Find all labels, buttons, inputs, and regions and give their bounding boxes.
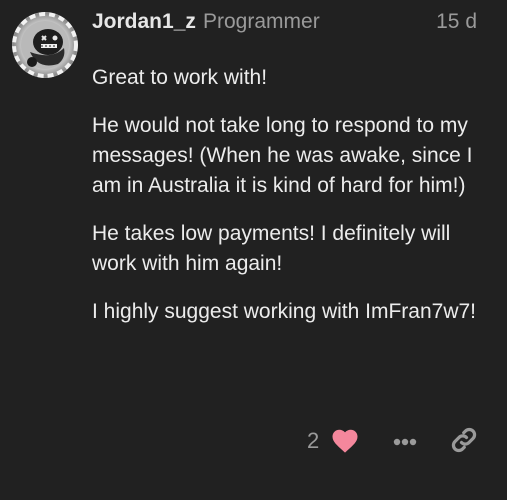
post-paragraph: Great to work with! [92,66,268,89]
ellipsis-icon [393,438,417,446]
post-date[interactable]: 15 d [436,9,477,35]
like-count[interactable]: 2 [307,427,319,455]
like-button[interactable] [330,426,360,456]
post-body: Great to work with! He would not take lo… [92,63,492,345]
post-paragraph: I highly suggest working with ImFran7w7! [92,300,476,323]
user-title: Programmer [203,10,320,33]
avatar-image [12,12,78,78]
post-paragraph: He would not take long to respond to my … [92,114,473,197]
post-actions: 2 [0,424,507,458]
link-icon [451,427,477,453]
post: Jordan1_z Programmer 15 d Great to work … [0,0,507,500]
heart-icon [332,429,358,453]
avatar[interactable] [12,12,78,78]
username[interactable]: Jordan1_z [92,9,196,35]
post-paragraph: He takes low payments! I definitely will… [92,222,451,275]
share-button[interactable] [449,425,479,455]
more-options-button[interactable] [389,426,421,456]
